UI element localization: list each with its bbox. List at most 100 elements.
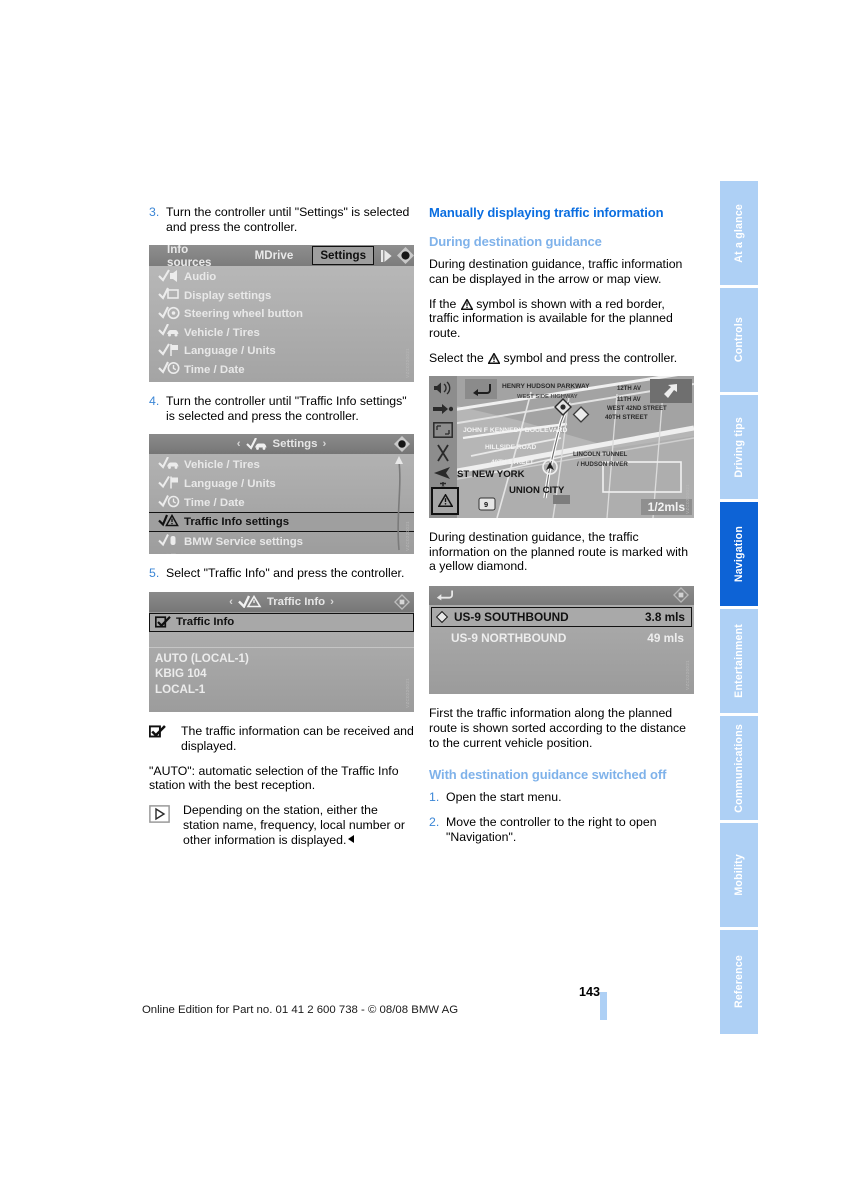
idrive-titlebar <box>429 586 694 607</box>
tab-communications-label: Communications <box>733 723 745 813</box>
menu-item-steering-wheel-button[interactable]: Steering wheel button <box>149 305 414 324</box>
menu-item-traffic-info-settings-label: Traffic Info settings <box>184 516 290 529</box>
tab-mobility-label: Mobility <box>733 854 745 896</box>
menu-item-traffic-info-settings[interactable]: Traffic Info settings <box>149 512 414 533</box>
image-credit: VZC0220021 <box>685 660 690 691</box>
step-4: 4. Turn the controller until "Traffic In… <box>149 394 414 423</box>
end-of-note-marker <box>348 834 355 843</box>
step-3-number: 3. <box>149 205 160 219</box>
idrive-title-label: Settings <box>272 438 318 451</box>
traffic-list-row-distance: 3.8 mls <box>644 610 685 625</box>
back-button[interactable] <box>465 378 497 399</box>
controller-icon <box>397 247 414 265</box>
step-1-text: Open the start menu. <box>446 789 562 804</box>
menu-item-language-units-label: Language / Units <box>184 345 276 358</box>
tab-communications[interactable]: Communications <box>720 716 758 820</box>
step-5: 5. Select "Traffic Info" and press the c… <box>149 566 414 581</box>
menu-item-time-date[interactable]: Time / Date <box>149 361 414 380</box>
paragraph-red-border-symbol: If the symbol is shown with a red border… <box>429 297 694 341</box>
traffic-list-row[interactable]: US-9 NORTHBOUND 49 mls <box>433 628 690 647</box>
next-arrow-icon[interactable]: › <box>330 596 334 608</box>
idrive-tabbar: Info sources MDrive Settings <box>149 245 414 269</box>
menu-item-audio[interactable]: Audio <box>149 268 414 287</box>
svg-text:WEST 42ND STREET: WEST 42ND STREET <box>607 406 667 412</box>
svg-text:HENRY HUDSON PARKWAY: HENRY HUDSON PARKWAY <box>502 383 590 390</box>
menu-item-bmw-service-settings[interactable]: BMW Service settings <box>149 532 414 551</box>
tab-controls[interactable]: Controls <box>720 288 758 392</box>
paragraph-red-border-prefix: If the <box>429 296 457 311</box>
route-arrow-icon[interactable] <box>433 402 454 420</box>
scrollbar[interactable] <box>393 456 405 552</box>
screenshot-traffic-list: US-9 SOUTHBOUND 3.8 mls US-9 NORTHBOUND … <box>429 586 694 695</box>
speaker-icon[interactable] <box>433 381 453 400</box>
svg-text:LINCOLN TUNNEL: LINCOLN TUNNEL <box>573 451 628 458</box>
note-checkbox-text: The traffic information can be received … <box>181 723 414 753</box>
tab-navigation[interactable]: Navigation <box>720 502 758 606</box>
station-item[interactable]: KBIG 104 <box>149 666 414 682</box>
menu-item-vehicle-tires[interactable]: Vehicle / Tires <box>149 323 414 343</box>
note-station-text: Depending on the station, either the sta… <box>183 803 405 847</box>
map-scale-icon[interactable] <box>433 421 453 443</box>
image-credit: VZC0220021 <box>405 678 410 708</box>
prev-arrow-icon[interactable]: ‹ <box>237 438 241 450</box>
tab-at-a-glance-label: At a glance <box>733 203 745 263</box>
next-arrow-icon[interactable]: › <box>322 438 326 450</box>
left-column: 3. Turn the controller until "Settings" … <box>148 205 414 858</box>
menu-item-bluetooth[interactable]: Bluetooth <box>149 551 414 555</box>
footer-text: Online Edition for Part no. 01 41 2 600 … <box>141 1004 459 1016</box>
tab-driving-tips[interactable]: Driving tips <box>720 395 758 499</box>
idrive-tab-mdrive[interactable]: MDrive <box>255 249 294 262</box>
subheading-during-destination-guidance: During destination guidance <box>429 234 602 249</box>
traffic-list-row-name: US-9 NORTHBOUND <box>451 630 567 645</box>
back-icon[interactable] <box>435 588 453 607</box>
prev-arrow-icon[interactable]: ‹ <box>229 596 233 608</box>
menu-item-time-date[interactable]: Time / Date <box>149 493 414 512</box>
traffic-warning-button[interactable] <box>431 486 459 515</box>
menu-item-language-units[interactable]: Language / Units <box>149 474 414 493</box>
svg-text:ST NEW YORK: ST NEW YORK <box>457 469 525 480</box>
step-5-number: 5. <box>149 566 160 581</box>
paragraph-select-suffix: symbol and press the controller. <box>503 350 678 365</box>
note-station: Depending on the station, either the sta… <box>149 803 414 847</box>
step-2-text: Move the controller to the right to open… <box>446 815 657 844</box>
step-3: 3. Turn the controller until "Settings" … <box>149 205 414 234</box>
station-item[interactable]: LOCAL-1 <box>149 682 414 698</box>
check-warning-triangle-icon <box>238 595 262 609</box>
idrive-tab-settings-selected[interactable]: Settings <box>312 246 375 266</box>
check-clock-icon <box>158 361 184 378</box>
tab-reference[interactable]: Reference <box>720 930 758 1034</box>
tab-mobility[interactable]: Mobility <box>720 823 758 927</box>
step-4-number: 4. <box>149 394 160 409</box>
tab-at-a-glance[interactable]: At a glance <box>720 181 758 285</box>
step-3-text: Turn the controller until "Settings" is … <box>166 205 410 234</box>
tab-driving-tips-label: Driving tips <box>733 416 745 478</box>
menu-item-language-units[interactable]: Language / Units <box>149 342 414 361</box>
svg-text:9: 9 <box>484 500 488 509</box>
menu-item-time-date-label: Time / Date <box>184 363 245 376</box>
menu-item-display-settings[interactable]: Display settings <box>149 287 414 306</box>
idrive-titlebar: ‹ Settings › <box>149 434 414 455</box>
turn-arrow-icon <box>650 378 692 403</box>
step-4-text: Turn the controller until "Traffic Info … <box>166 394 407 423</box>
controller-icon <box>394 436 410 455</box>
tab-controls-label: Controls <box>733 317 745 363</box>
traffic-list-row-selected[interactable]: US-9 SOUTHBOUND 3.8 mls <box>431 607 692 628</box>
check-car-title-icon <box>245 437 268 451</box>
station-item[interactable]: AUTO (LOCAL-1) <box>149 651 414 667</box>
check-car-icon <box>158 456 184 473</box>
checkbox-traffic-info-label: Traffic Info <box>176 616 235 629</box>
idrive-menu-list: Vehicle / Tires Language / Units Time / … <box>149 454 414 555</box>
menu-item-vehicle-tires[interactable]: Vehicle / Tires <box>149 455 414 474</box>
tab-entertainment[interactable]: Entertainment <box>720 609 758 713</box>
checkbox-traffic-info[interactable]: Traffic Info <box>149 612 414 632</box>
idrive-titlebar: ‹ Traffic Info › <box>149 591 414 612</box>
paragraph-select-prefix: Select the <box>429 350 484 365</box>
step-2-number: 2. <box>429 815 440 830</box>
svg-text:/ HUDSON RIVER: / HUDSON RIVER <box>577 461 628 468</box>
svg-text:WEST SIDE HIGHWAY: WEST SIDE HIGHWAY <box>517 394 578 400</box>
no-route-icon[interactable] <box>435 444 451 467</box>
subheading-guidance-switched-off: With destination guidance switched off <box>429 766 667 782</box>
idrive-traffic-body: Traffic Info AUTO (LOCAL-1) KBIG 104 LOC… <box>149 612 414 712</box>
menu-item-bmw-service-settings-label: BMW Service settings <box>184 535 304 548</box>
idrive-tab-info-sources[interactable]: Info sources <box>167 245 236 269</box>
